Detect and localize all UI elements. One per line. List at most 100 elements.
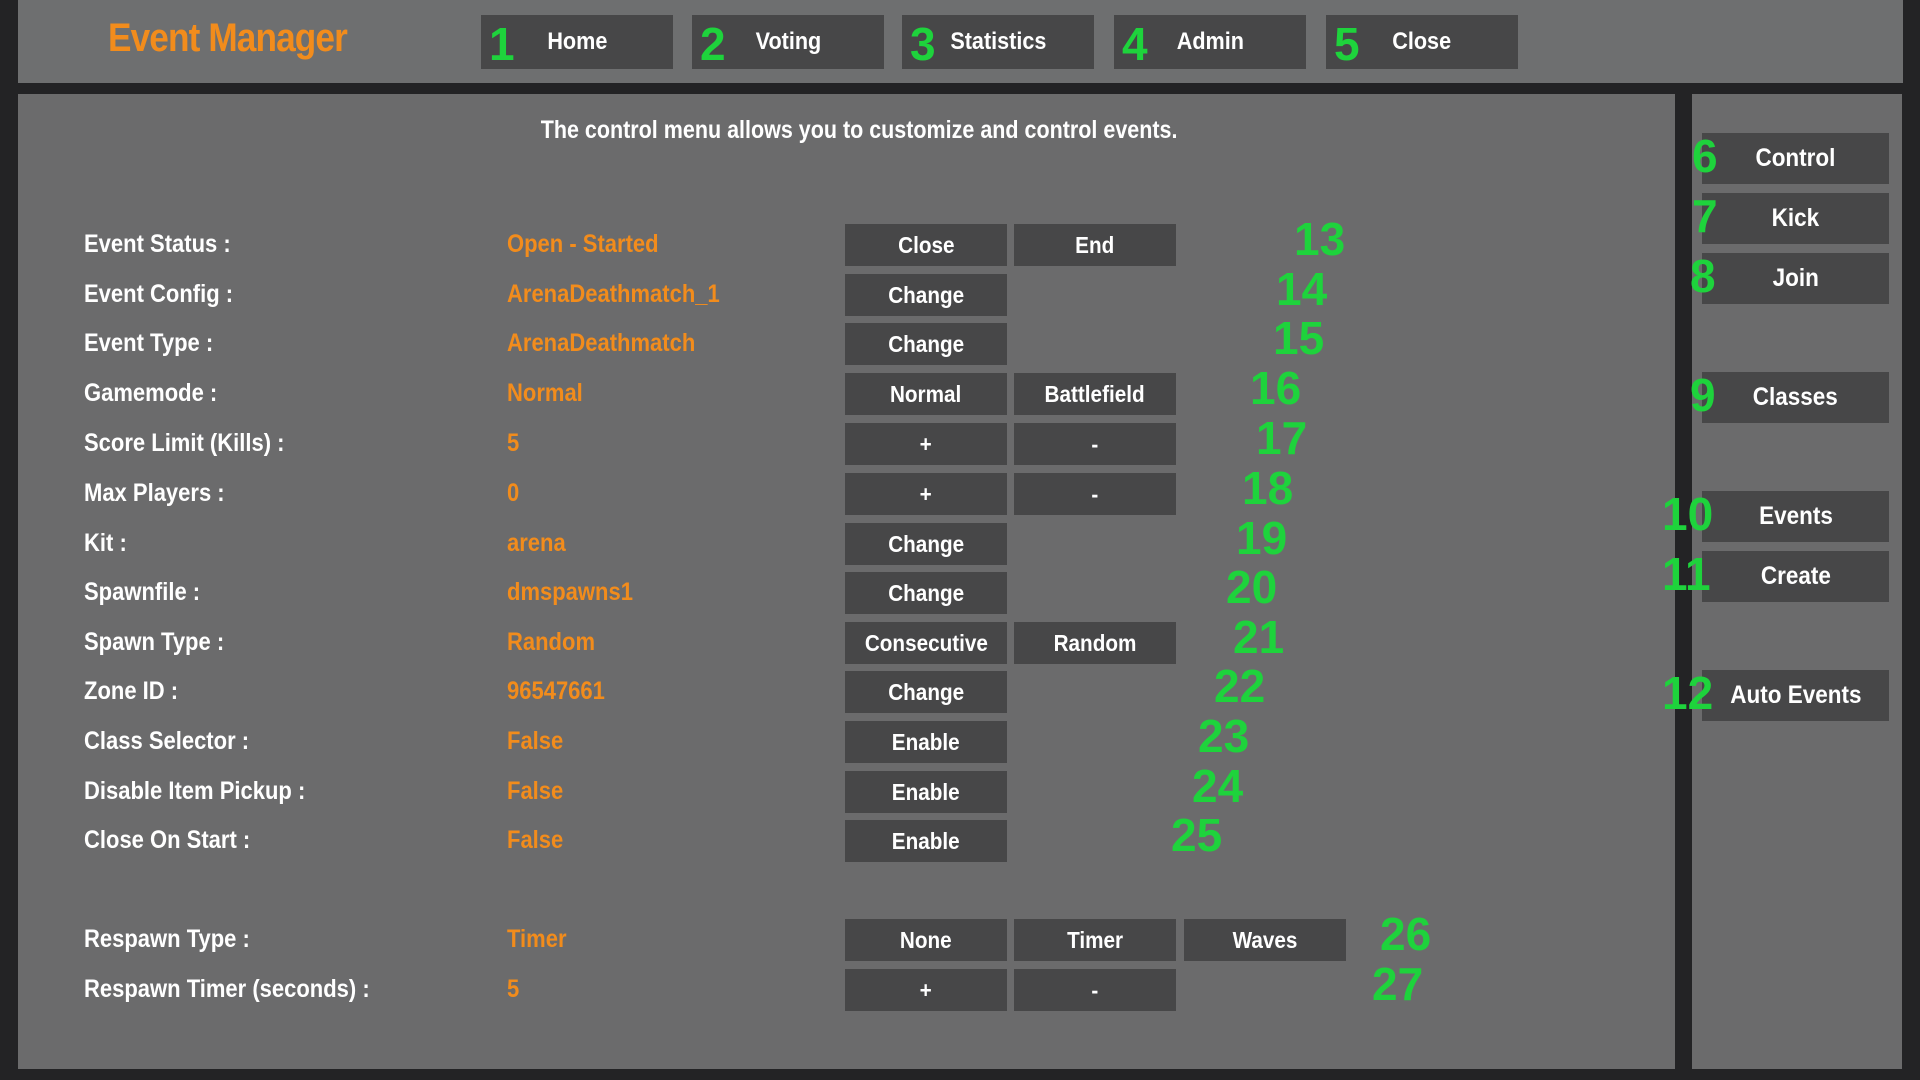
- close-on-start-button-1[interactable]: Enable: [845, 820, 1007, 862]
- setting-value: Random: [507, 628, 595, 656]
- setting-value: Normal: [507, 379, 583, 407]
- sidebar-join-button[interactable]: 8 Join: [1690, 253, 1889, 304]
- button-label: End: [1075, 231, 1115, 258]
- respawn-type-button-3[interactable]: Waves: [1184, 919, 1346, 961]
- setting-value: False: [507, 826, 564, 854]
- marker-label: 13: [1294, 213, 1346, 265]
- score-limit-button-1[interactable]: +: [845, 423, 1007, 465]
- kit-button-1[interactable]: Change: [845, 523, 1007, 565]
- setting-label: Close On Start :: [84, 826, 251, 854]
- setting-row-disable-item-pickup: Disable Item Pickup : False Enable 24: [18, 763, 1675, 813]
- setting-row-respawn-timer: Respawn Timer (seconds) : 5 + - 27: [18, 961, 1675, 1011]
- setting-value: ArenaDeathmatch: [507, 329, 696, 357]
- button-label: Change: [888, 330, 964, 357]
- button-label: Create: [1760, 562, 1831, 590]
- score-limit-button-2[interactable]: -: [1014, 423, 1176, 465]
- setting-label: Class Selector :: [84, 727, 250, 755]
- button-label: Close: [897, 231, 955, 258]
- gamemode-button-1[interactable]: Normal: [845, 373, 1007, 415]
- nav-label: Admin: [1176, 28, 1244, 55]
- disable-item-pickup-button-1[interactable]: Enable: [845, 771, 1007, 813]
- zone-id-button-1[interactable]: Change: [845, 671, 1007, 713]
- sidebar: 6 Control 7 Kick 8 Join 9 Classes 10 Events 11 Crea…: [1662, 94, 1902, 1069]
- marker-label: 21: [1233, 611, 1285, 663]
- spawn-type-button-2[interactable]: Random: [1014, 622, 1176, 664]
- setting-label: Event Status :: [84, 230, 231, 258]
- sidebar-create-button[interactable]: 11 Create: [1662, 551, 1889, 602]
- respawn-timer-button-1[interactable]: +: [845, 969, 1007, 1011]
- setting-label: Respawn Timer (seconds) :: [84, 975, 370, 1003]
- setting-value: Timer: [507, 925, 567, 953]
- max-players-button-2[interactable]: -: [1014, 473, 1176, 515]
- marker-label: 26: [1380, 908, 1432, 960]
- button-label: Classes: [1752, 383, 1839, 411]
- marker-label: 9: [1690, 369, 1716, 421]
- respawn-type-button-2[interactable]: Timer: [1014, 919, 1176, 961]
- nav-close-button[interactable]: 5 Close: [1326, 15, 1518, 69]
- max-players-button-1[interactable]: +: [845, 473, 1007, 515]
- setting-label: Max Players :: [84, 479, 225, 507]
- setting-row-class-selector: Class Selector : False Enable 23: [18, 713, 1675, 763]
- setting-row-score-limit: Score Limit (Kills) : 5 + - 17: [18, 415, 1675, 465]
- marker-label: 1: [489, 18, 515, 70]
- marker-label: 7: [1692, 190, 1718, 242]
- button-label: Waves: [1232, 926, 1298, 953]
- button-label: Kick: [1771, 204, 1820, 232]
- setting-value: arena: [507, 529, 566, 557]
- setting-value: dmspawns1: [507, 578, 633, 606]
- nav-admin-button[interactable]: 4 Admin: [1114, 15, 1306, 69]
- nav-label: Statistics: [949, 28, 1047, 55]
- button-label: +: [919, 976, 933, 1003]
- button-label: Change: [888, 530, 964, 557]
- sidebar-classes-button[interactable]: 9 Classes: [1690, 372, 1889, 423]
- marker-label: 16: [1250, 362, 1302, 414]
- sidebar-kick-button[interactable]: 7 Kick: [1692, 193, 1889, 244]
- sidebar-auto-events-button[interactable]: 12 Auto Events: [1662, 670, 1889, 721]
- event-status-button-2[interactable]: End: [1014, 224, 1176, 266]
- spawnfile-button-1[interactable]: Change: [845, 572, 1007, 614]
- setting-value: 5: [507, 429, 520, 457]
- button-label: -: [1091, 480, 1099, 507]
- setting-value: False: [507, 727, 564, 755]
- nav-voting-button[interactable]: 2 Voting: [692, 15, 884, 69]
- button-label: None: [900, 926, 952, 953]
- class-selector-button-1[interactable]: Enable: [845, 721, 1007, 763]
- button-label: Join: [1772, 264, 1819, 292]
- respawn-timer-button-2[interactable]: -: [1014, 969, 1176, 1011]
- marker-label: 3: [910, 18, 936, 70]
- marker-label: 2: [700, 18, 726, 70]
- respawn-type-button-1[interactable]: None: [845, 919, 1007, 961]
- marker-label: 23: [1198, 710, 1250, 762]
- marker-label: 10: [1662, 488, 1714, 540]
- setting-row-event-status: Event Status : Open - Started Close End 13: [18, 216, 1675, 266]
- setting-value: False: [507, 777, 564, 805]
- button-label: Auto Events: [1729, 681, 1862, 709]
- setting-label: Kit :: [84, 529, 127, 557]
- event-type-button-1[interactable]: Change: [845, 323, 1007, 365]
- nav-label: Home: [546, 28, 608, 55]
- event-config-button-1[interactable]: Change: [845, 274, 1007, 316]
- button-label: +: [919, 430, 933, 457]
- setting-label: Spawnfile :: [84, 578, 201, 606]
- setting-label: Score Limit (Kills) :: [84, 429, 285, 457]
- button-label: Change: [888, 678, 964, 705]
- marker-label: 27: [1372, 958, 1424, 1010]
- sidebar-control-button[interactable]: 6 Control: [1692, 133, 1889, 184]
- marker-label: 5: [1334, 18, 1360, 70]
- event-status-button-1[interactable]: Close: [845, 224, 1007, 266]
- app-title: Event Manager: [108, 16, 348, 60]
- button-label: Change: [888, 281, 964, 308]
- button-label: -: [1091, 430, 1099, 457]
- marker-label: 4: [1122, 18, 1148, 70]
- spawn-type-button-1[interactable]: Consecutive: [845, 622, 1007, 664]
- nav-statistics-button[interactable]: 3 Statistics: [902, 15, 1094, 69]
- setting-label: Event Type :: [84, 329, 214, 357]
- setting-label: Respawn Type :: [84, 925, 250, 953]
- setting-value: ArenaDeathmatch_1: [507, 280, 720, 308]
- button-label: Events: [1758, 502, 1833, 530]
- gamemode-button-2[interactable]: Battlefield: [1014, 373, 1176, 415]
- setting-row-spawn-type: Spawn Type : Random Consecutive Random 21: [18, 614, 1675, 664]
- sidebar-events-button[interactable]: 10 Events: [1662, 491, 1889, 542]
- nav-home-button[interactable]: 1 Home: [481, 15, 673, 69]
- setting-row-event-type: Event Type : ArenaDeathmatch Change 15: [18, 315, 1675, 365]
